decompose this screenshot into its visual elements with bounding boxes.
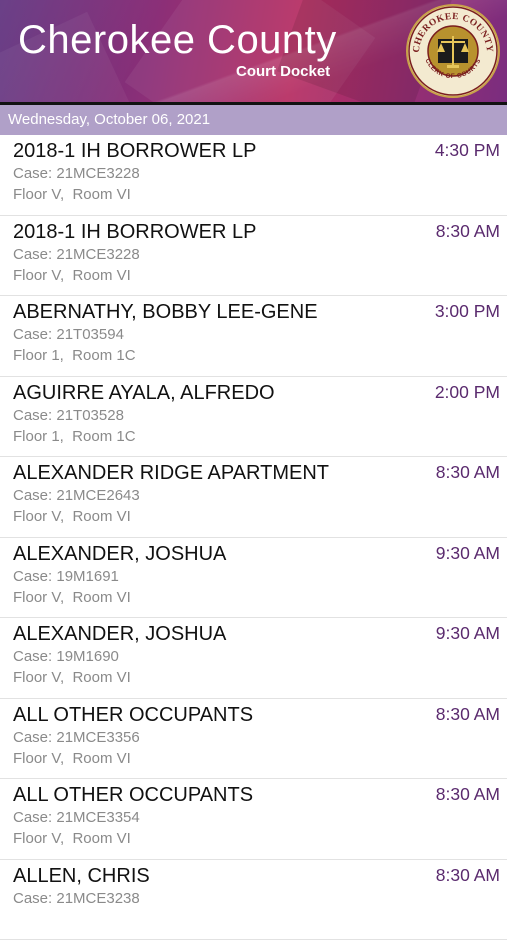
hearing-time: 2:00 PM — [435, 382, 500, 403]
docket-entry[interactable]: ALL OTHER OCCUPANTS 8:30 AM Case: 21MCE3… — [0, 779, 507, 860]
app-title: Cherokee County — [18, 18, 337, 63]
hearing-time: 8:30 AM — [436, 784, 500, 805]
courtroom-location: Floor V, Room VI — [13, 508, 131, 525]
courtroom-location: Floor V, Room VI — [13, 750, 131, 767]
hearing-time: 9:30 AM — [436, 623, 500, 644]
hearing-time: 4:30 PM — [435, 140, 500, 161]
courtroom-location: Floor V, Room VI — [13, 589, 131, 606]
case-number: Case: 19M1690 — [13, 648, 119, 665]
party-name: AGUIRRE AYALA, ALFREDO — [13, 382, 275, 405]
case-number: Case: 21MCE3356 — [13, 729, 140, 746]
party-name: ALLEN, CHRIS — [13, 865, 150, 888]
courtroom-location: Floor 1, Room 1C — [13, 347, 136, 364]
hearing-time: 9:30 AM — [436, 543, 500, 564]
docket-entry[interactable]: 2018-1 IH BORROWER LP 8:30 AM Case: 21MC… — [0, 216, 507, 297]
party-name: ALEXANDER, JOSHUA — [13, 623, 226, 646]
docket-date-bar: Wednesday, October 06, 2021 — [0, 105, 507, 135]
docket-entry[interactable]: ALL OTHER OCCUPANTS 8:30 AM Case: 21MCE3… — [0, 699, 507, 780]
docket-entry[interactable]: ALEXANDER RIDGE APARTMENT 8:30 AM Case: … — [0, 457, 507, 538]
docket-entry[interactable]: ALEXANDER, JOSHUA 9:30 AM Case: 19M1691 … — [0, 538, 507, 619]
party-name: 2018-1 IH BORROWER LP — [13, 140, 256, 163]
docket-entry[interactable]: ABERNATHY, BOBBY LEE-GENE 3:00 PM Case: … — [0, 296, 507, 377]
case-number: Case: 21MCE3228 — [13, 246, 140, 263]
app-header: Cherokee County Court Docket CHEROKEE CO… — [0, 0, 507, 102]
hearing-time: 8:30 AM — [436, 865, 500, 886]
docket-list: 2018-1 IH BORROWER LP 4:30 PM Case: 21MC… — [0, 135, 507, 940]
app-subtitle: Court Docket — [236, 63, 330, 80]
courtroom-location: Floor V, Room VI — [13, 830, 131, 847]
case-number: Case: 21T03594 — [13, 326, 124, 343]
case-number: Case: 21MCE3238 — [13, 890, 140, 907]
party-name: ABERNATHY, BOBBY LEE-GENE — [13, 301, 318, 324]
case-number: Case: 21MCE3354 — [13, 809, 140, 826]
party-name: ALL OTHER OCCUPANTS — [13, 704, 253, 727]
courtroom-location: Floor 1, Room 1C — [13, 428, 136, 445]
docket-entry[interactable]: 2018-1 IH BORROWER LP 4:30 PM Case: 21MC… — [0, 135, 507, 216]
docket-entry[interactable]: ALEXANDER, JOSHUA 9:30 AM Case: 19M1690 … — [0, 618, 507, 699]
party-name: ALEXANDER, JOSHUA — [13, 543, 226, 566]
docket-entry[interactable]: AGUIRRE AYALA, ALFREDO 2:00 PM Case: 21T… — [0, 377, 507, 458]
party-name: ALEXANDER RIDGE APARTMENT — [13, 462, 329, 485]
courtroom-location: Floor V, Room VI — [13, 186, 131, 203]
case-number: Case: 21MCE2643 — [13, 487, 140, 504]
hearing-time: 8:30 AM — [436, 221, 500, 242]
case-number: Case: 21MCE3228 — [13, 165, 140, 182]
hearing-time: 8:30 AM — [436, 462, 500, 483]
county-seal-logo: CHEROKEE COUNTY CLERK OF COURTS — [405, 3, 501, 99]
courtroom-location: Floor V, Room VI — [13, 669, 131, 686]
hearing-time: 3:00 PM — [435, 301, 500, 322]
case-number: Case: 21T03528 — [13, 407, 124, 424]
case-number: Case: 19M1691 — [13, 568, 119, 585]
courtroom-location: Floor V, Room VI — [13, 267, 131, 284]
party-name: ALL OTHER OCCUPANTS — [13, 784, 253, 807]
hearing-time: 8:30 AM — [436, 704, 500, 725]
party-name: 2018-1 IH BORROWER LP — [13, 221, 256, 244]
